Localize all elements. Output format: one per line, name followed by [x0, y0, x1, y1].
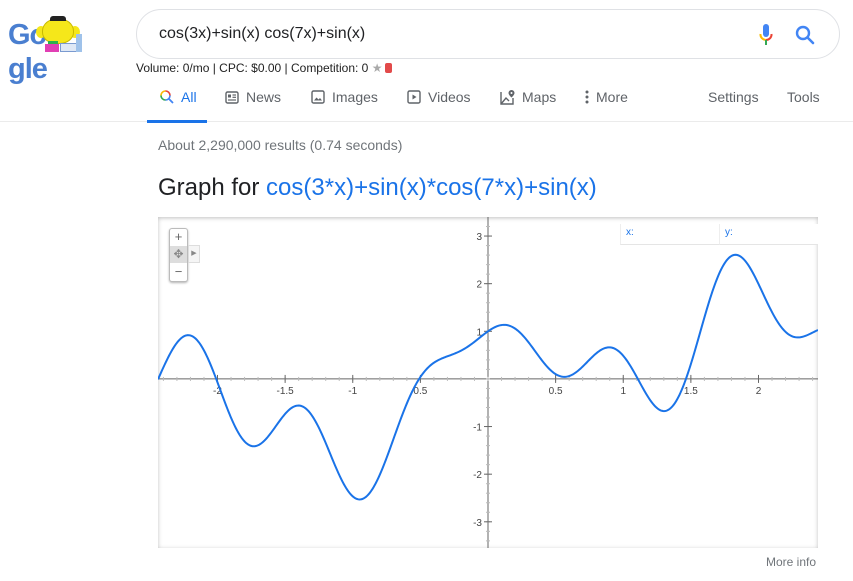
expand-arrow-icon[interactable]: ▶ — [188, 245, 200, 263]
x-readout: x: — [620, 224, 720, 245]
tab-label: News — [246, 89, 282, 105]
tab-settings[interactable]: Settings — [708, 80, 759, 122]
y-tick-label: -3 — [473, 518, 482, 529]
result-stats: About 2,290,000 results (0.74 seconds) — [158, 137, 403, 153]
star-icon[interactable]: ★ — [372, 61, 383, 75]
tab-label: More — [596, 89, 628, 105]
map-icon — [500, 89, 516, 105]
tab-images[interactable]: Images — [310, 80, 378, 122]
more-vert-icon — [584, 89, 590, 105]
doodle-ruler — [76, 34, 82, 52]
y-tick-label: -2 — [473, 470, 482, 481]
tab-label: All — [181, 89, 197, 105]
plot-canvas[interactable]: -2 -1.5 -1 0.5 0.5 1 1.5 2-3-2-1123 — [158, 217, 818, 548]
microphone-icon[interactable] — [759, 23, 773, 47]
search-icon — [159, 89, 175, 105]
search-box[interactable]: cos(3x)+sin(x) cos(7x)+sin(x) — [136, 9, 840, 59]
tab-videos[interactable]: Videos — [406, 80, 471, 122]
tab-label: Images — [332, 89, 378, 105]
x-tick-label: 1.5 — [684, 386, 698, 397]
play-icon — [406, 89, 422, 105]
y-tick-label: 2 — [476, 280, 482, 291]
tab-label: Maps — [522, 89, 557, 105]
x-tick-label: -1.5 — [277, 386, 295, 397]
search-tabs: All News Images Videos Maps More Setting… — [0, 80, 853, 123]
tab-more[interactable]: More — [584, 80, 628, 122]
news-icon — [224, 89, 240, 105]
doodle-face — [42, 18, 74, 44]
seo-text: Volume: 0/mo | CPC: $0.00 | Competition:… — [136, 61, 369, 75]
y-tick-label: -1 — [473, 423, 482, 434]
tab-tools[interactable]: Tools — [787, 80, 820, 122]
image-icon — [310, 89, 326, 105]
zoom-in-button[interactable]: + — [170, 229, 187, 246]
graph-function-link[interactable]: cos(3*x)+sin(x)*cos(7*x)+sin(x) — [266, 174, 597, 201]
graph-title: Graph for cos(3*x)+sin(x)*cos(7*x)+sin(x… — [158, 174, 597, 202]
doodle-book — [45, 44, 59, 52]
x-tick-label: 0.5 — [549, 386, 563, 397]
tab-maps[interactable]: Maps — [500, 80, 556, 122]
zoom-control: + ✥ − — [169, 228, 188, 282]
tab-label: Videos — [428, 89, 471, 105]
doodle-hair — [50, 16, 66, 21]
seo-keyword-info: Volume: 0/mo | CPC: $0.00 | Competition:… — [136, 61, 393, 75]
y-readout: y: — [719, 224, 818, 245]
tab-all[interactable]: All — [147, 80, 207, 123]
function-plot[interactable]: -2 -1.5 -1 0.5 0.5 1 1.5 2 -3 -2 -1 1 2 3 x: y: + ✥ −… — [158, 217, 818, 548]
database-icon[interactable] — [385, 63, 393, 73]
zoom-out-button[interactable]: − — [170, 264, 187, 281]
graph-title-prefix: Graph for — [158, 174, 267, 201]
more-info-link[interactable]: More info — [766, 555, 816, 569]
tab-news[interactable]: News — [224, 80, 281, 122]
tab-label: Settings — [708, 89, 759, 105]
search-input[interactable]: cos(3x)+sin(x) cos(7x)+sin(x) — [159, 10, 365, 58]
x-tick-label: 0.5 — [413, 386, 427, 397]
tab-label: Tools — [787, 89, 820, 105]
search-icon[interactable] — [793, 23, 817, 47]
google-doodle-logo[interactable]: Gogle — [8, 16, 112, 85]
y-tick-label: 3 — [476, 232, 482, 243]
x-tick-label: 1 — [620, 386, 626, 397]
pan-icon[interactable]: ✥ — [170, 246, 187, 263]
x-tick-label: -1 — [348, 386, 357, 397]
x-tick-label: 2 — [756, 386, 762, 397]
